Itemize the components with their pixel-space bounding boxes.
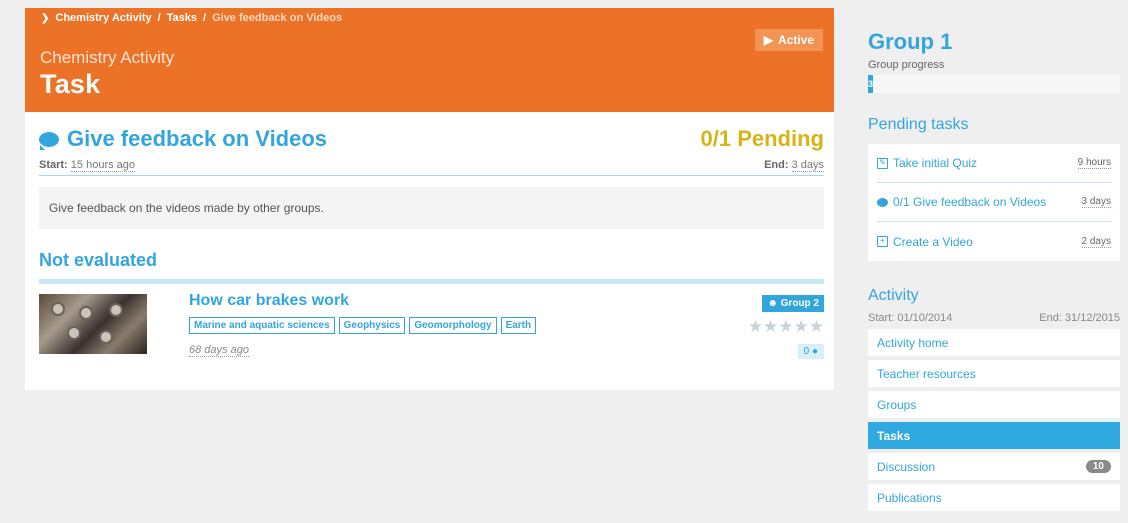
pending-task-time: 3 days	[1081, 196, 1111, 208]
task-title-text: Give feedback on Videos	[67, 126, 328, 151]
file-plus-icon: +	[877, 236, 888, 247]
group-title: Group 1	[868, 29, 953, 54]
nav-groups[interactable]: Groups	[868, 391, 1120, 418]
pending-task-item[interactable]: + Create a Video 2 days	[877, 222, 1111, 261]
pending-count: 0/1 Pending	[700, 126, 824, 151]
task-dates: Start: 15 hours ago End: 3 days	[39, 159, 824, 176]
pending-task-time: 9 hours	[1077, 157, 1111, 169]
video-thumbnail[interactable]	[39, 294, 147, 354]
group-progress-bar: 3	[868, 75, 1120, 93]
breadcrumb-separator: /	[203, 12, 207, 24]
tag[interactable]: Geophysics	[338, 317, 406, 334]
breadcrumb-tasks[interactable]: Tasks	[167, 12, 197, 24]
activity-end: End: 31/12/2015	[1039, 312, 1120, 324]
task-card: Give feedback on Videos 0/1 Pending Star…	[25, 112, 834, 390]
task-title: Give feedback on Videos	[39, 126, 327, 152]
tag[interactable]: Marine and aquatic sciences	[189, 317, 335, 334]
discussion-count-badge: 10	[1085, 460, 1111, 473]
comment-icon: ●	[811, 346, 818, 357]
tag[interactable]: Earth	[500, 317, 537, 334]
breadcrumb-activity[interactable]: Chemistry Activity	[55, 12, 151, 24]
group-progress-fill: 3	[868, 75, 873, 93]
video-age: 68 days ago	[189, 344, 249, 357]
group-progress-label: Group progress	[868, 59, 945, 71]
pending-task-item[interactable]: 0/1 Give feedback on Videos 3 days	[877, 183, 1111, 222]
play-icon: ▶	[763, 33, 773, 47]
main-panel: ❯ Chemistry Activity / Tasks / Give feed…	[25, 8, 834, 390]
edit-icon: ✎	[877, 157, 888, 169]
comment-icon	[877, 197, 888, 207]
start-label: Start:	[39, 159, 68, 171]
sidebar: Group 1 Group progress 3 Pending tasks ✎…	[868, 0, 1120, 515]
end-value: 3 days	[791, 159, 824, 172]
breadcrumb-current: Give feedback on Videos	[212, 12, 343, 24]
group-badge[interactable]: ☻ Group 2	[762, 295, 824, 312]
comment-icon	[39, 131, 59, 150]
nav-teacher-resources[interactable]: Teacher resources	[868, 360, 1120, 387]
pending-tasks-list: ✎ Take initial Quiz 9 hours 0/1 Give feed…	[868, 144, 1120, 261]
task-header: ❯ Chemistry Activity / Tasks / Give feed…	[25, 8, 834, 112]
star-rating[interactable]: ★★★★★	[748, 317, 824, 337]
page-title: Task	[40, 69, 101, 99]
chevron-right-icon: ❯	[41, 12, 50, 24]
nav-publications[interactable]: Publications	[868, 484, 1120, 511]
group-badge-label: Group 2	[780, 298, 819, 309]
activity-nav: Activity home Teacher resources Groups T…	[868, 329, 1120, 511]
comment-count[interactable]: 0 ●	[797, 344, 824, 359]
task-description: Give feedback on the videos made by othe…	[39, 187, 824, 229]
breadcrumb: ❯ Chemistry Activity / Tasks / Give feed…	[41, 12, 342, 24]
pending-task-item[interactable]: ✎ Take initial Quiz 9 hours	[877, 144, 1111, 183]
nav-tasks[interactable]: Tasks	[868, 422, 1120, 449]
nav-discussion[interactable]: Discussion 10	[868, 453, 1120, 480]
status-badge: ▶ Active	[754, 29, 823, 51]
section-heading: Not evaluated	[39, 250, 158, 270]
start-value: 15 hours ago	[70, 159, 136, 172]
tag[interactable]: Geomorphology	[409, 317, 497, 334]
pending-tasks-heading: Pending tasks	[868, 116, 969, 133]
video-tags: Marine and aquatic sciences Geophysics G…	[189, 317, 537, 334]
nav-activity-home[interactable]: Activity home	[868, 329, 1120, 356]
breadcrumb-separator: /	[157, 12, 161, 24]
pending-task-time: 2 days	[1081, 235, 1111, 248]
status-label: Active	[777, 33, 814, 47]
video-title[interactable]: How car brakes work	[189, 292, 349, 310]
activity-name: Chemistry Activity	[40, 48, 175, 67]
end-label: End:	[764, 159, 789, 171]
video-list-item: How car brakes work Marine and aquatic s…	[39, 284, 824, 364]
activity-heading: Activity	[868, 287, 919, 304]
activity-dates: Start: 01/10/2014 End: 31/12/2015	[868, 312, 1120, 324]
activity-start: Start: 01/10/2014	[868, 312, 953, 324]
users-icon: ☻	[767, 298, 778, 309]
